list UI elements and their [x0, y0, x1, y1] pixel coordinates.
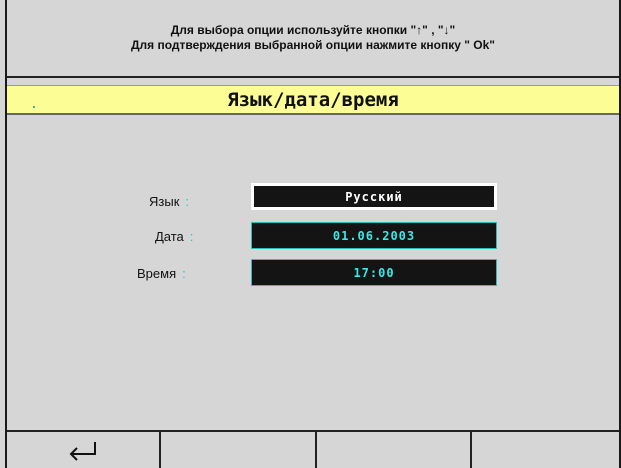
language-label-row: Язык:	[149, 194, 189, 209]
softkey-2[interactable]	[161, 432, 315, 468]
instruction-line-1: Для выбора опции используйте кнопки "↑" …	[170, 23, 456, 37]
instruction-line-2: Для подтверждения выбранной опции нажмит…	[130, 38, 495, 52]
language-field[interactable]: Русский	[251, 183, 497, 210]
time-colon: :	[182, 266, 186, 281]
date-value: 01.06.2003	[332, 228, 416, 243]
softkey-4[interactable]	[472, 432, 619, 468]
language-value: Русский	[345, 189, 403, 204]
time-label: Время	[137, 266, 177, 281]
date-label-row: Дата:	[155, 229, 193, 244]
time-label-row: Время:	[137, 266, 186, 281]
time-value: 17:00	[353, 265, 395, 280]
instruction-divider	[7, 76, 619, 78]
language-colon: :	[185, 194, 190, 209]
page-title: Язык/дата/время	[227, 88, 399, 111]
time-field[interactable]: 17:00	[251, 259, 497, 286]
softkey-3[interactable]	[317, 432, 470, 468]
instruction-panel: Для выбора опции используйте кнопки "↑" …	[7, 0, 619, 76]
screen: Для выбора опции используйте кнопки "↑" …	[0, 0, 621, 468]
date-label: Дата	[155, 229, 184, 244]
language-label: Язык	[149, 194, 180, 209]
date-field[interactable]: 01.06.2003	[251, 222, 497, 249]
page-title-bar: Язык/дата/время	[7, 85, 619, 115]
title-marker-dot	[33, 106, 35, 108]
back-softkey[interactable]	[7, 432, 159, 468]
return-arrow-icon	[69, 442, 96, 461]
date-colon: :	[189, 229, 194, 244]
